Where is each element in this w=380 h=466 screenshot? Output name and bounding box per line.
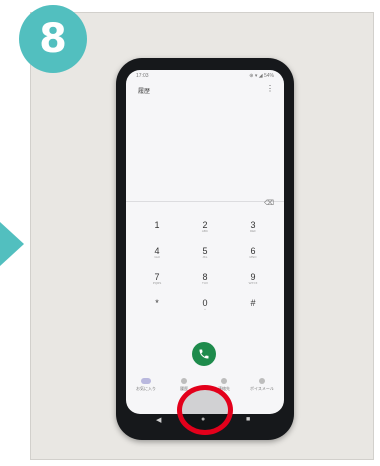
status-time: 17:03 — [136, 73, 149, 79]
history-icon — [181, 378, 187, 384]
dial-key-6[interactable]: 6 MNO — [238, 246, 268, 264]
key-letters: ABC — [201, 229, 209, 233]
contacts-icon — [221, 378, 227, 384]
backspace-icon[interactable]: ⌫ — [264, 199, 274, 207]
highlight-circle — [177, 385, 233, 435]
more-options-icon[interactable]: ⋮ — [266, 84, 274, 93]
key-letters: DEF — [250, 229, 256, 233]
next-step-arrow-icon — [0, 222, 24, 266]
voicemail-icon — [259, 378, 265, 384]
smartphone: 17:03 ⊕ ▾ ◢ 54% 履歴 ⋮ ⌫ 1 2 ABC 3 DEF 4 GHI … — [116, 58, 294, 440]
dial-key-0[interactable]: 0 + — [190, 298, 220, 316]
key-letters: PQRS — [152, 281, 162, 285]
dial-key-1[interactable]: 1 — [142, 220, 172, 238]
status-icons: ⊕ ▾ ◢ 54% — [249, 73, 274, 79]
key-letters: JKL — [202, 255, 208, 259]
recents-button[interactable]: ■ — [246, 416, 250, 423]
dial-key-3[interactable]: 3 DEF — [238, 220, 268, 238]
step-number-badge: 8 — [19, 5, 87, 73]
key-letters: TUV — [202, 281, 208, 285]
key-letters: + — [204, 307, 206, 311]
tab-label: ボイスメール — [250, 386, 274, 391]
phone-icon — [199, 349, 209, 359]
dial-key-hash[interactable]: # — [238, 298, 268, 316]
dial-key-9[interactable]: 9 WXYZ — [238, 272, 268, 290]
phone-screen: 17:03 ⊕ ▾ ◢ 54% 履歴 ⋮ ⌫ 1 2 ABC 3 DEF 4 GHI … — [126, 70, 284, 414]
dial-key-4[interactable]: 4 GHI — [142, 246, 172, 264]
key-letters: MNO — [249, 255, 257, 259]
app-title: 履歴 — [138, 89, 151, 95]
key-letters: GHI — [154, 255, 160, 259]
dial-key-2[interactable]: 2 ABC — [190, 220, 220, 238]
dial-key-5[interactable]: 5 JKL — [190, 246, 220, 264]
tab-favorites[interactable]: お気に入り — [128, 378, 164, 392]
dial-key-7[interactable]: 7 PQRS — [142, 272, 172, 290]
back-button[interactable]: ◀ — [156, 416, 161, 424]
key-digit: * — [155, 298, 159, 308]
key-digit: # — [250, 298, 256, 308]
dial-key-star[interactable]: * — [142, 298, 172, 316]
key-digit: 1 — [154, 220, 160, 230]
dial-key-8[interactable]: 8 TUV — [190, 272, 220, 290]
favorites-icon — [141, 378, 151, 384]
tab-label: お気に入り — [136, 386, 156, 391]
tab-voicemail[interactable]: ボイスメール — [244, 378, 280, 392]
key-letters: WXYZ — [248, 281, 258, 285]
number-field-divider — [126, 201, 284, 202]
call-button[interactable] — [192, 342, 216, 366]
